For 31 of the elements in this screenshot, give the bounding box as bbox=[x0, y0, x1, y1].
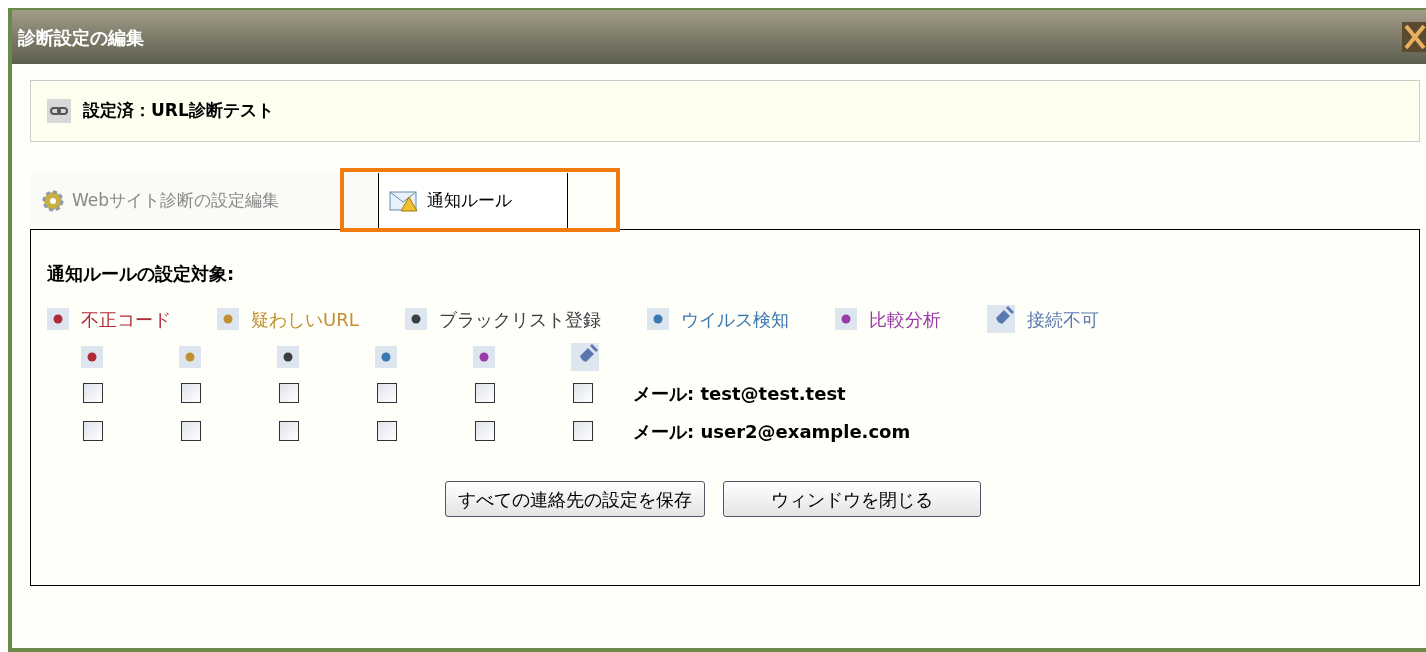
checkbox[interactable] bbox=[377, 421, 397, 441]
gear-icon bbox=[40, 188, 66, 214]
checkbox[interactable] bbox=[181, 421, 201, 441]
tab[interactable]: Webサイト診断の設定編集 bbox=[30, 173, 378, 229]
checkbox[interactable] bbox=[475, 383, 495, 403]
category-label: ブラックリスト登録 bbox=[438, 307, 601, 332]
checkbox[interactable] bbox=[377, 383, 397, 403]
checkbox[interactable] bbox=[279, 421, 299, 441]
dialog-button[interactable]: すべての連絡先の設定を保存 bbox=[445, 481, 705, 517]
header-label: 設定済：URL診断テスト bbox=[83, 99, 274, 123]
category-label: 接続不可 bbox=[1026, 307, 1099, 332]
checkbox[interactable] bbox=[181, 383, 201, 403]
checkbox[interactable] bbox=[475, 421, 495, 441]
checkbox[interactable] bbox=[573, 383, 593, 403]
category-label: 比較分析 bbox=[868, 307, 941, 332]
checkbox[interactable] bbox=[279, 383, 299, 403]
contact-label: メール: user2@example.com bbox=[633, 419, 911, 444]
tab[interactable]: 通知ルール bbox=[378, 173, 568, 229]
category-label: 不正コード bbox=[81, 307, 171, 332]
category-label: 疑わしいURL bbox=[251, 307, 359, 332]
section-title: 通知ルールの設定対象: bbox=[47, 262, 236, 286]
category-label: ウイルス検知 bbox=[680, 307, 789, 332]
checkbox[interactable] bbox=[83, 383, 103, 403]
close-icon[interactable] bbox=[1402, 22, 1426, 52]
checkbox[interactable] bbox=[573, 421, 593, 441]
mail-warning-icon bbox=[389, 189, 419, 213]
link-icon bbox=[47, 99, 71, 123]
window-title: 診断設定の編集 bbox=[18, 25, 144, 50]
checkbox[interactable] bbox=[83, 421, 103, 441]
contact-label: メール: test@test.test bbox=[633, 381, 846, 406]
dialog-button[interactable]: ウィンドウを閉じる bbox=[723, 481, 981, 517]
